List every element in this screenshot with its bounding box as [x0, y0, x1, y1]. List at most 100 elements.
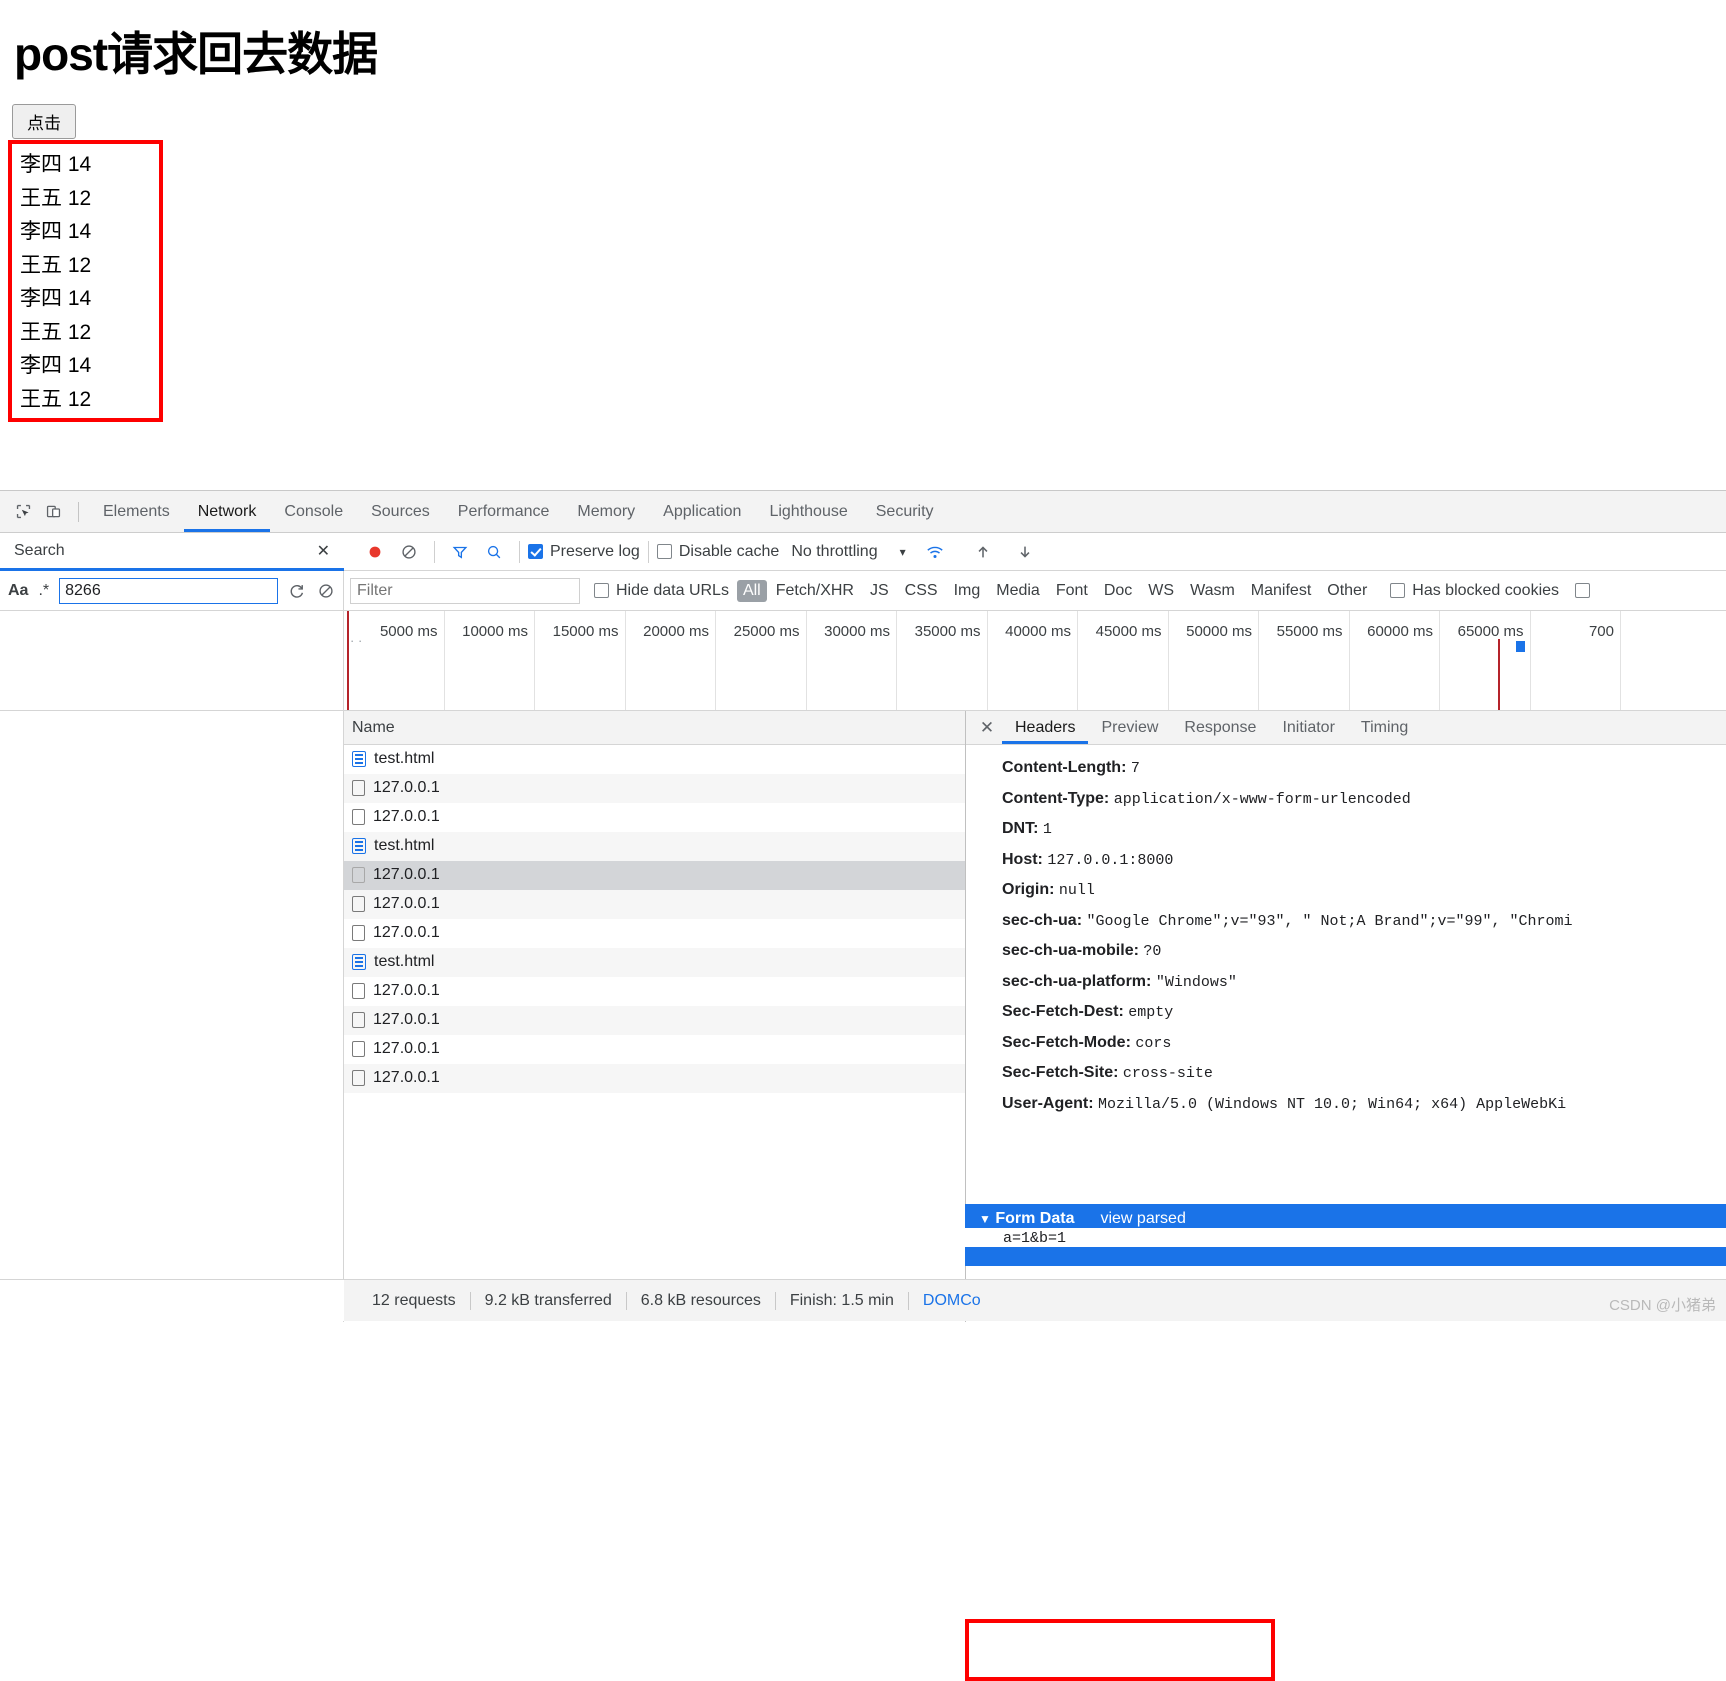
header-key: Sec-Fetch-Mode:	[1002, 1033, 1131, 1051]
filter-type-ws[interactable]: WS	[1141, 580, 1181, 602]
table-row[interactable]: 127.0.0.1	[344, 919, 965, 948]
requests-list[interactable]: test.html 127.0.0.1 127.0.0.1 test.html 127.…	[344, 745, 965, 1322]
header-value: empty	[1128, 1004, 1174, 1021]
tab-lighthouse[interactable]: Lighthouse	[755, 491, 861, 532]
request-name: test.html	[374, 837, 435, 854]
request-name: 127.0.0.1	[373, 1040, 440, 1057]
table-row[interactable]: 127.0.0.1	[344, 803, 965, 832]
result-line: 王五 12	[20, 253, 92, 277]
tab-performance[interactable]: Performance	[444, 491, 564, 532]
request-name: 127.0.0.1	[373, 779, 440, 796]
tab-memory[interactable]: Memory	[563, 491, 649, 532]
header-value: ?0	[1143, 943, 1162, 960]
tab-console[interactable]: Console	[270, 491, 357, 532]
detail-tablist: Headers Preview Response Initiator Timing	[1002, 711, 1421, 744]
filter-type-manifest[interactable]: Manifest	[1244, 580, 1318, 602]
throttling-select[interactable]: No throttling	[791, 543, 877, 561]
disable-cache-label: Disable cache	[678, 542, 780, 560]
record-icon[interactable]	[358, 535, 392, 569]
form-data-caret-icon[interactable]: ▼ Form Data	[979, 1210, 1074, 1228]
filter-type-fetch-xhr[interactable]: Fetch/XHR	[769, 580, 861, 602]
refresh-icon[interactable]	[288, 574, 306, 608]
network-toolbar: Preserve log Disable cache No throttling…	[344, 533, 1726, 570]
filter-type-doc[interactable]: Doc	[1097, 580, 1139, 602]
export-har-icon[interactable]	[1008, 535, 1042, 569]
table-row[interactable]: 127.0.0.1	[344, 774, 965, 803]
devtools-panel: Elements Network Console Sources Performance…	[0, 490, 1726, 1681]
result-line: 王五 12	[20, 320, 92, 344]
table-row[interactable]: 127.0.0.1	[344, 861, 965, 890]
header-value: "Windows"	[1155, 973, 1237, 991]
header-key: Host:	[1002, 850, 1043, 868]
header-key: sec-ch-ua:	[1002, 911, 1083, 929]
filter-type-all[interactable]: All	[736, 579, 767, 602]
form-data-section[interactable]: ▼ Form Data view parsed a=1&b=1	[965, 1204, 1726, 1266]
xhr-icon	[352, 925, 365, 941]
filter-type-css[interactable]: CSS	[898, 580, 945, 602]
filter-type-js[interactable]: JS	[863, 580, 896, 602]
clear-search-icon[interactable]	[317, 574, 335, 608]
table-row[interactable]: 127.0.0.1	[344, 1035, 965, 1064]
search-icon[interactable]	[477, 535, 511, 569]
disable-cache-checkbox[interactable]: Disable cache	[656, 542, 780, 561]
xhr-icon	[352, 867, 365, 883]
table-row[interactable]: 127.0.0.1	[344, 1064, 965, 1093]
document-icon	[352, 838, 366, 854]
filter-input[interactable]	[350, 577, 580, 604]
table-row[interactable]: test.html	[344, 745, 965, 774]
click-button[interactable]: 点击	[12, 104, 76, 139]
filter-type-font[interactable]: Font	[1049, 580, 1095, 602]
search-input[interactable]	[59, 577, 279, 604]
tab-elements[interactable]: Elements	[89, 491, 184, 532]
header-key: Sec-Fetch-Dest:	[1002, 1003, 1124, 1020]
view-parsed-link[interactable]: view parsed	[1100, 1210, 1185, 1228]
form-data-header[interactable]: ▼ Form Data view parsed	[965, 1204, 1726, 1228]
clear-icon[interactable]	[392, 535, 426, 569]
overview-timeline[interactable]: · · 5000 ms 10000 ms 15000 ms 20000 ms 25000…	[344, 611, 1726, 710]
document-icon	[352, 751, 366, 767]
detail-tab-timing[interactable]: Timing	[1348, 711, 1421, 744]
inspect-element-icon[interactable]	[8, 497, 38, 527]
tab-application[interactable]: Application	[649, 491, 755, 532]
detail-tab-preview[interactable]: Preview	[1088, 711, 1171, 744]
device-toolbar-icon[interactable]	[38, 497, 68, 527]
table-row[interactable]: 127.0.0.1	[344, 1006, 965, 1035]
timeline-tick: 10000 ms	[445, 611, 535, 710]
filter-type-img[interactable]: Img	[947, 580, 988, 602]
preserve-log-checkbox[interactable]: Preserve log	[528, 543, 640, 561]
detail-tab-initiator[interactable]: Initiator	[1269, 711, 1347, 744]
filter-type-media[interactable]: Media	[989, 580, 1047, 602]
table-row[interactable]: 127.0.0.1	[344, 890, 965, 919]
search-input-row: Aa .*	[0, 571, 344, 610]
has-blocked-cookies-checkbox[interactable]: Has blocked cookies	[1390, 582, 1559, 600]
detail-close-icon[interactable]: ✕	[972, 718, 1002, 738]
requests-column-header[interactable]: Name	[344, 711, 965, 745]
xhr-icon	[352, 1012, 365, 1028]
detail-tab-headers[interactable]: Headers	[1002, 711, 1088, 744]
request-name: 127.0.0.1	[373, 866, 440, 883]
devtools-filter-row: Aa .* Hide data URLs AllFetch/XHRJSCSSIm…	[0, 571, 1726, 611]
match-case-toggle[interactable]: Aa	[8, 582, 28, 600]
status-resources: 6.8 kB resources	[640, 1291, 761, 1309]
timeline-tick: 30000 ms	[807, 611, 897, 710]
detail-tab-response[interactable]: Response	[1171, 711, 1269, 744]
hide-data-urls-checkbox[interactable]: Hide data URLs	[594, 582, 729, 600]
tab-sources[interactable]: Sources	[357, 491, 444, 532]
table-row[interactable]: test.html	[344, 948, 965, 977]
search-panel-close-icon[interactable]: ✕	[317, 541, 330, 561]
table-row[interactable]: 127.0.0.1	[344, 977, 965, 1006]
blocked-requests-checkbox[interactable]	[1575, 583, 1591, 598]
online-status-icon[interactable]	[918, 535, 952, 569]
request-name: test.html	[374, 953, 435, 970]
chevron-down-icon[interactable]: ▾	[900, 545, 906, 559]
header-value: cors	[1135, 1034, 1172, 1052]
import-har-icon[interactable]	[966, 535, 1000, 569]
filter-type-other[interactable]: Other	[1320, 580, 1374, 602]
tab-network[interactable]: Network	[184, 491, 271, 532]
timeline-tick: 15000 ms	[535, 611, 626, 710]
filter-type-wasm[interactable]: Wasm	[1183, 580, 1242, 602]
tab-security[interactable]: Security	[862, 491, 948, 532]
filter-funnel-icon[interactable]	[443, 535, 477, 569]
regex-toggle[interactable]: .*	[38, 582, 49, 600]
table-row[interactable]: test.html	[344, 832, 965, 861]
